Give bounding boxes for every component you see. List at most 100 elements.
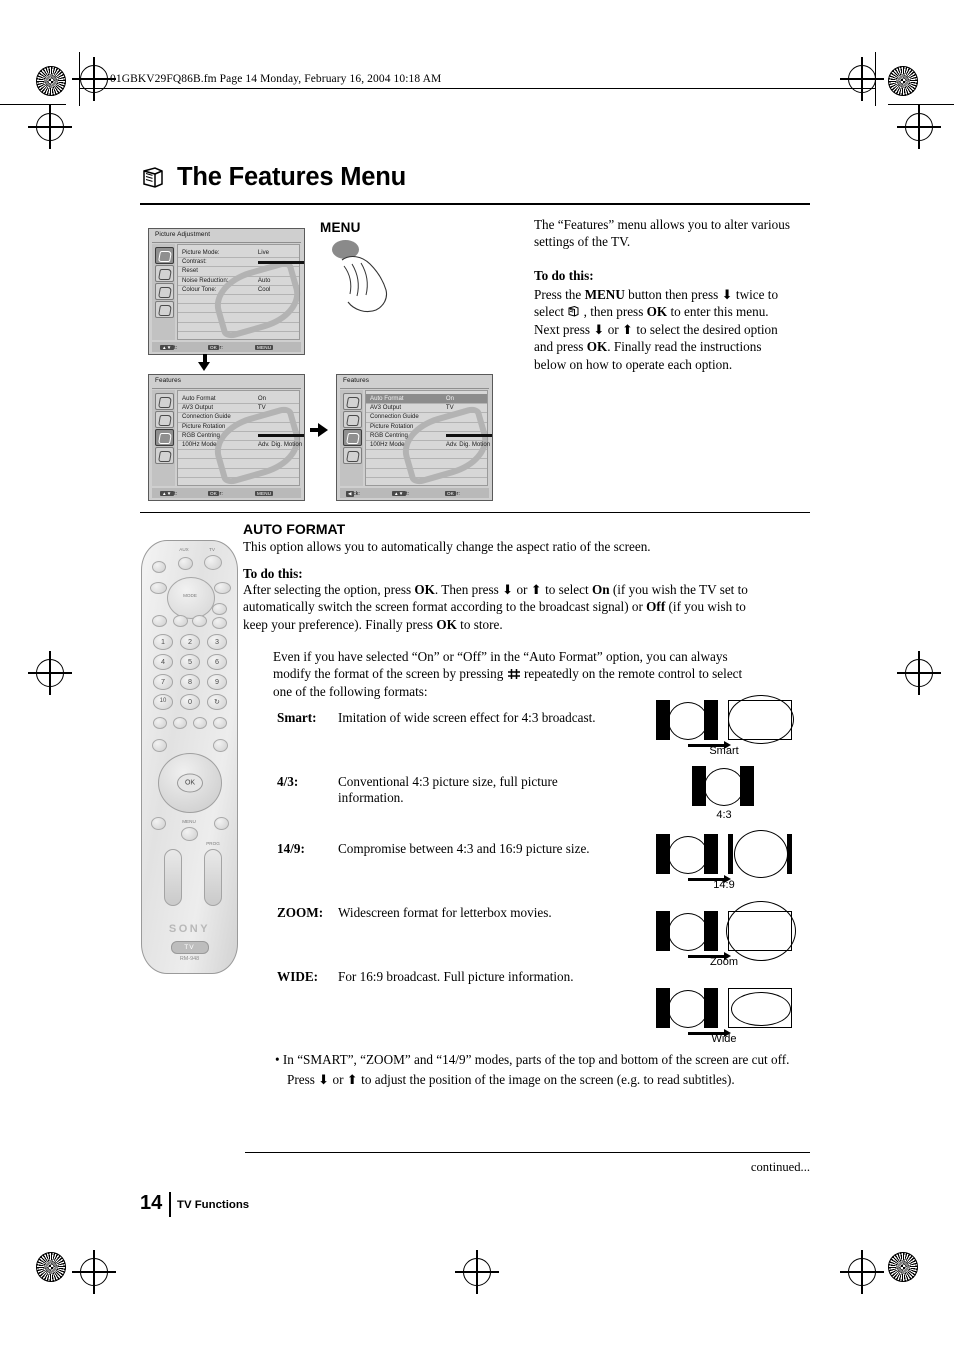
osd-icon-sound[interactable] xyxy=(343,411,362,428)
osd-row-value: Adv. Dig. Motion xyxy=(445,441,491,448)
remote-key-9[interactable]: 9 xyxy=(207,674,227,690)
bullet-note-line1: • In “SMART”, “ZOOM” and “14/9” modes, p… xyxy=(275,1052,790,1067)
remote-tv-power-button[interactable] xyxy=(204,555,222,570)
osd-row-list: Auto Format On AV3 Output TV Connection … xyxy=(178,391,304,485)
remote-model-number: RM-948 xyxy=(179,956,200,962)
osd-slider-bar[interactable] xyxy=(445,434,492,438)
remote-audio-button[interactable] xyxy=(151,817,166,830)
remote-key-5[interactable]: 5 xyxy=(180,654,200,670)
bullet-note-line2: Press ⬇ or ⬆ to adjust the position of t… xyxy=(287,1071,735,1088)
flow-arrow-down xyxy=(198,362,210,371)
intro-todo-heading: To do this: xyxy=(534,268,594,283)
osd-slider-bar[interactable] xyxy=(257,260,304,264)
format-desc-zoom: Widescreen format for letterbox movies. xyxy=(338,905,552,920)
remote-right-plus-button[interactable] xyxy=(214,582,231,594)
osd-icon-sound[interactable] xyxy=(155,411,174,428)
remote-key-6[interactable]: 6 xyxy=(207,654,227,670)
remote-format-button[interactable] xyxy=(173,615,188,627)
updown-key-icon: ▲▼ xyxy=(160,345,174,351)
remote-tv-power-label: TV xyxy=(209,547,215,552)
osd-icon-features[interactable] xyxy=(155,429,174,446)
remote-mute-button[interactable] xyxy=(152,561,166,573)
osd-icon-setup[interactable] xyxy=(155,301,174,318)
page-title: The Features Menu xyxy=(140,163,406,192)
diagram-ellipse xyxy=(731,992,791,1026)
continued-label: continued... xyxy=(750,1160,810,1174)
table-row-empty xyxy=(178,322,299,332)
menu-button-label: MENU xyxy=(320,220,361,235)
osd-icon-features[interactable] xyxy=(343,429,362,446)
text-frag: or xyxy=(604,321,622,337)
remote-pip-button[interactable] xyxy=(192,615,207,627)
crop-line-tl xyxy=(0,104,66,106)
osd-icon-sound[interactable] xyxy=(155,265,174,282)
off-keyword: Off xyxy=(646,599,666,615)
text-frag: keep your preference). Finally press xyxy=(243,616,437,632)
osd-icon-setup[interactable] xyxy=(343,447,362,464)
header-rule-left xyxy=(79,52,80,106)
osd-header-rule xyxy=(152,242,301,243)
format-term-zoom: ZOOM: xyxy=(277,905,324,920)
format-desc-43: Conventional 4:3 picture size, full pict… xyxy=(338,774,558,805)
remote-ok-button[interactable]: OK xyxy=(177,773,203,793)
osd-header-rule xyxy=(152,388,301,389)
text-frag: to select xyxy=(541,582,592,597)
osd-slider-bar[interactable] xyxy=(257,434,304,438)
remote-key-return[interactable]: ↻ xyxy=(207,694,227,710)
remote-control-illustration: AUX TV MODE 1 2 3 4 5 6 7 8 9 10 0 ↻ OK xyxy=(141,540,238,974)
diagram-circle xyxy=(704,768,744,806)
diagram-label-149: 14:9 xyxy=(713,879,735,891)
remote-key-2[interactable]: 2 xyxy=(180,634,200,650)
remote-aux-power-button[interactable] xyxy=(178,557,193,570)
remote-stop-button[interactable] xyxy=(173,717,187,729)
file-header-text: 01GBKV29FQ86B.fm Page 14 Monday, Februar… xyxy=(110,73,442,85)
remote-key-8[interactable]: 8 xyxy=(180,674,200,690)
remote-info-button[interactable] xyxy=(214,817,229,830)
remote-smiley-button[interactable] xyxy=(212,603,227,615)
osd-icon-setup[interactable] xyxy=(155,447,174,464)
diagram-circle xyxy=(668,702,708,740)
up-arrow-icon: ⬆ xyxy=(530,582,542,597)
remote-key-1[interactable]: 1 xyxy=(153,634,173,650)
remote-volume-slider[interactable] xyxy=(164,849,182,906)
remote-play-button[interactable] xyxy=(193,717,207,729)
remote-prog-slider[interactable] xyxy=(204,849,222,906)
remote-mode-dial[interactable] xyxy=(167,577,215,619)
remote-tv-mode-chip[interactable]: TV xyxy=(170,941,209,954)
text-frag: repeatedly on the remote control to sele… xyxy=(520,666,743,682)
osd-row-label: Colour Tone: xyxy=(182,285,217,293)
down-arrow-icon: ⬇ xyxy=(593,321,605,337)
registration-starburst-br xyxy=(888,1252,918,1282)
remote-key-10[interactable]: 10 xyxy=(153,694,173,710)
remote-forward-button[interactable] xyxy=(213,717,227,729)
osd-icon-picture[interactable] xyxy=(343,393,362,410)
diagram-circle xyxy=(734,830,788,878)
remote-rewind-button[interactable] xyxy=(153,717,167,729)
remote-key-4[interactable]: 4 xyxy=(153,654,173,670)
osd-icon-features[interactable] xyxy=(155,283,174,300)
note-line1: Even if you have selected “On” or “Off” … xyxy=(273,649,728,664)
format-desc-wide: For 16:9 broadcast. Full picture informa… xyxy=(338,969,574,984)
remote-dpad[interactable]: OK xyxy=(158,753,222,813)
osd-icon-picture[interactable] xyxy=(155,247,174,264)
remote-key-0[interactable]: 0 xyxy=(180,694,200,710)
text-frag: to select the desired option xyxy=(633,321,778,337)
text-frag: . Finally read the instructions xyxy=(607,339,762,355)
osd-icon-picture[interactable] xyxy=(155,393,174,410)
registration-starburst-tl xyxy=(36,66,66,96)
osd-row-value: On xyxy=(445,395,454,402)
remote-key-3[interactable]: 3 xyxy=(207,634,227,650)
text-frag: . Then press xyxy=(434,582,503,597)
remote-left-aux-button[interactable] xyxy=(152,739,167,752)
remote-left-plus-button[interactable] xyxy=(150,582,167,594)
remote-subtitle-button[interactable] xyxy=(212,617,227,629)
text-frag: modify the format of the screen by press… xyxy=(273,666,507,682)
remote-menu-button[interactable] xyxy=(181,827,198,841)
remote-text-button[interactable] xyxy=(152,615,167,627)
remote-right-aux-button[interactable] xyxy=(213,739,228,752)
remote-key-7[interactable]: 7 xyxy=(153,674,173,690)
manual-page: 01GBKV29FQ86B.fm Page 14 Monday, Februar… xyxy=(0,0,954,1351)
ok-key-icon: OK xyxy=(445,491,457,497)
osd-title: Features xyxy=(343,377,370,384)
diagram-circle xyxy=(668,836,708,874)
